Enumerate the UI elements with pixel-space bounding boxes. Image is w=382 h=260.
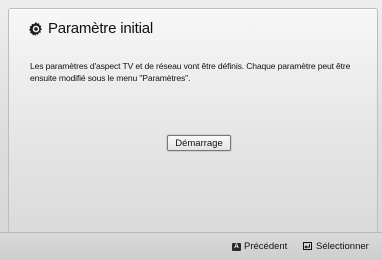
enter-icon bbox=[303, 242, 312, 250]
dialog-panel bbox=[8, 8, 378, 234]
dialog-header: Paramètre initial bbox=[28, 20, 153, 37]
setup-screen: Paramètre initial Les paramètres d'aspec… bbox=[0, 0, 382, 260]
page-title: Paramètre initial bbox=[48, 20, 153, 37]
back-label: Précédent bbox=[244, 241, 288, 252]
select-hint[interactable]: Sélectionner bbox=[303, 241, 369, 252]
footer-bar: A Précédent Sélectionner bbox=[0, 233, 382, 260]
select-label: Sélectionner bbox=[316, 241, 369, 252]
a-button-icon: A bbox=[232, 242, 241, 251]
back-hint[interactable]: A Précédent bbox=[232, 241, 287, 252]
gear-icon bbox=[28, 21, 42, 36]
dialog-message: Les paramètres d'aspect TV et de réseau … bbox=[30, 61, 351, 83]
start-button[interactable]: Démarrage bbox=[167, 135, 231, 151]
